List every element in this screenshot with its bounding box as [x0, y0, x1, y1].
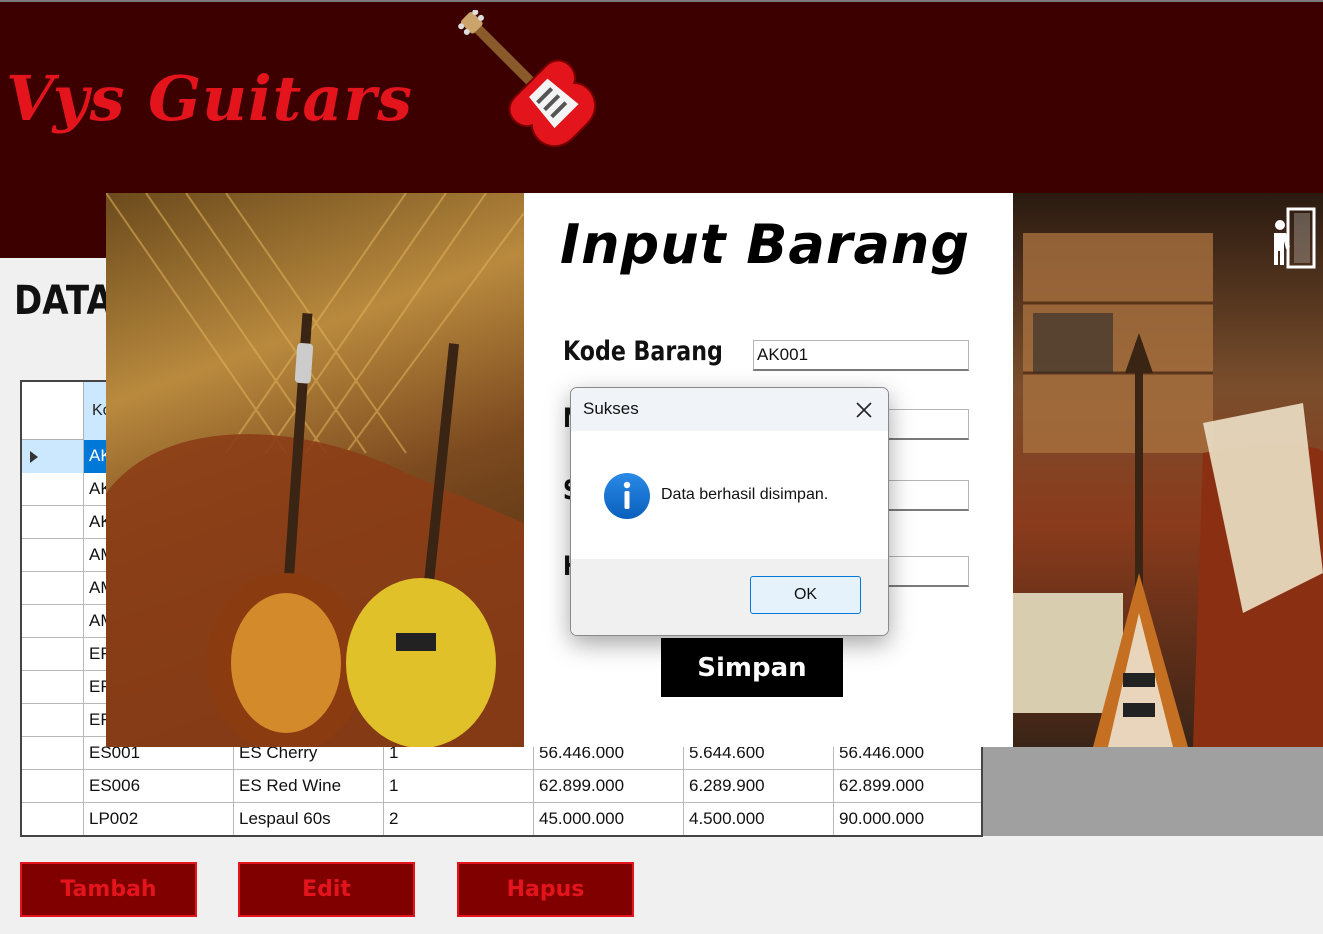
edit-button[interactable]: Edit	[238, 862, 415, 917]
table-cell[interactable]: 90.000.000	[834, 803, 981, 835]
table-cell[interactable]: 6.289.900	[684, 770, 834, 803]
grid-empty-area	[983, 747, 1323, 836]
current-row-arrow-icon	[30, 451, 38, 463]
info-icon	[604, 473, 650, 519]
table-cell[interactable]: ES006	[84, 770, 234, 803]
table-cell[interactable]: 62.899.000	[534, 770, 684, 803]
exit-door-icon[interactable]	[1270, 207, 1318, 269]
table-cell[interactable]: 4.500.000	[684, 803, 834, 835]
ok-button[interactable]: OK	[750, 576, 861, 614]
table-row[interactable]: LP002 Lespaul 60s 2 45.000.000 4.500.000 90.0…	[22, 803, 981, 835]
guitar-logo-icon	[458, 10, 597, 148]
guitar-photo-left	[106, 193, 524, 747]
table-cell[interactable]: 1	[384, 770, 534, 803]
row-header[interactable]	[22, 770, 84, 803]
row-header[interactable]	[22, 605, 84, 638]
row-header[interactable]	[22, 803, 84, 835]
brand-logo-text: Vys Guitars	[6, 62, 414, 135]
row-header[interactable]	[22, 671, 84, 704]
row-header[interactable]	[22, 638, 84, 671]
row-header[interactable]	[22, 737, 84, 770]
simpan-button[interactable]: Simpan	[661, 638, 843, 697]
grid-corner-header	[22, 382, 84, 440]
form-title: Input Barang	[560, 213, 971, 276]
row-header[interactable]	[22, 539, 84, 572]
success-dialog: Sukses Data berhasil disimpan. OK	[570, 387, 889, 636]
kode-barang-input[interactable]	[753, 340, 969, 371]
row-header[interactable]	[22, 440, 84, 473]
title-bar-strip	[0, 0, 1323, 2]
dialog-footer: OK	[571, 559, 888, 635]
row-header[interactable]	[22, 572, 84, 605]
table-cell[interactable]: LP002	[84, 803, 234, 835]
table-row[interactable]: ES006 ES Red Wine 1 62.899.000 6.289.900 62.8…	[22, 770, 981, 803]
row-header[interactable]	[22, 704, 84, 737]
table-cell[interactable]: 45.000.000	[534, 803, 684, 835]
table-cell[interactable]: ES Red Wine	[234, 770, 384, 803]
dialog-titlebar: Sukses	[571, 388, 888, 431]
table-cell[interactable]: Lespaul 60s	[234, 803, 384, 835]
row-header[interactable]	[22, 473, 84, 506]
guitar-photo-right	[1013, 193, 1323, 747]
row-header[interactable]	[22, 506, 84, 539]
close-icon[interactable]	[850, 396, 878, 424]
dialog-title: Sukses	[583, 399, 639, 418]
guitar-photo-left-image	[106, 193, 524, 747]
hapus-button[interactable]: Hapus	[457, 862, 634, 917]
page-title: DATA	[14, 278, 113, 324]
table-cell[interactable]: 62.899.000	[834, 770, 981, 803]
tambah-button[interactable]: Tambah	[20, 862, 197, 917]
table-cell[interactable]: 2	[384, 803, 534, 835]
dialog-message: Data berhasil disimpan.	[661, 486, 829, 503]
guitar-photo-right-image	[1013, 233, 1323, 747]
label-kode-barang: Kode Barang	[563, 336, 723, 367]
